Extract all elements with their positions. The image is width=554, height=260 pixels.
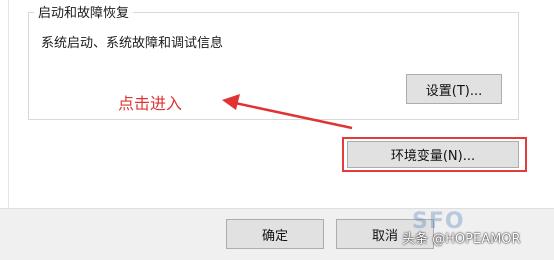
author-watermark: 头条 @HOPEAMOR: [402, 232, 521, 247]
arrow-shaft: [234, 101, 353, 130]
ok-button[interactable]: 确定: [226, 219, 324, 249]
arrow-head: [222, 94, 240, 110]
